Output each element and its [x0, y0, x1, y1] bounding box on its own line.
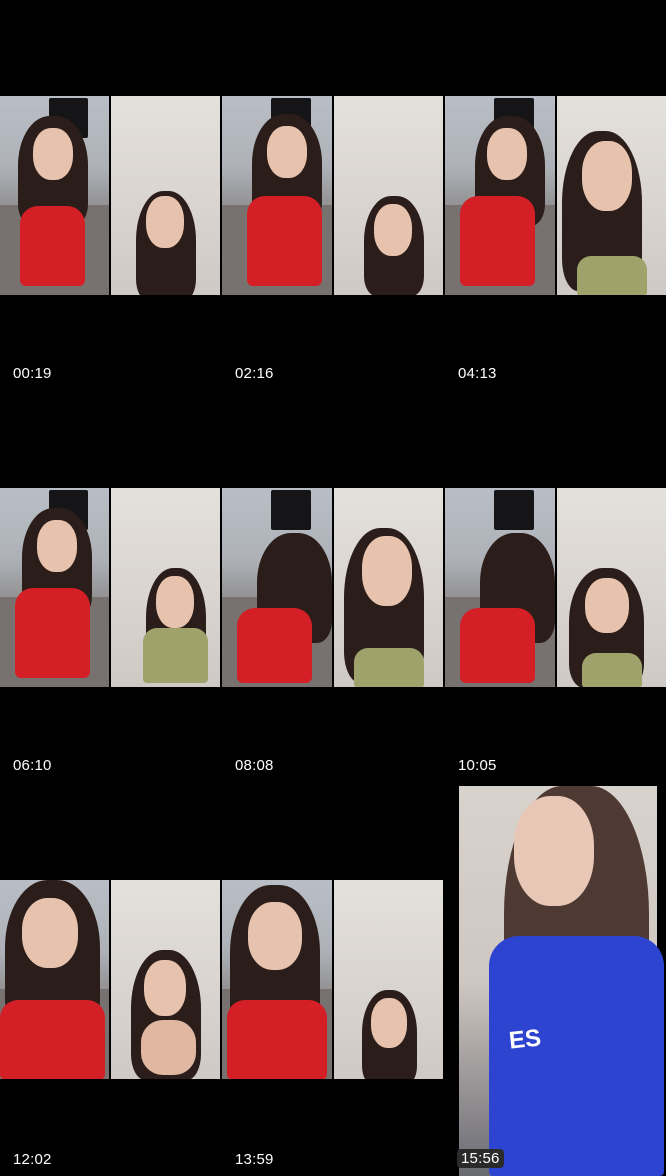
video-timestamp: 00:19	[13, 365, 52, 382]
split-screen-preview	[0, 488, 220, 687]
video-thumbnail-1[interactable]: 00:19	[0, 0, 220, 390]
tv	[271, 490, 311, 530]
split-screen-preview	[0, 880, 220, 1079]
video-thumbnail-9-selected[interactable]: ES 15:56	[445, 784, 666, 1176]
video-timestamp: 04:13	[458, 365, 497, 382]
left-pane	[0, 880, 109, 1079]
video-thumbnail-3[interactable]: 04:13	[445, 0, 666, 390]
split-screen-preview	[0, 96, 220, 295]
video-thumbnail-7[interactable]: 12:02	[0, 784, 220, 1176]
tv	[494, 490, 534, 530]
full-frame-preview: ES	[459, 786, 664, 1176]
split-screen-preview	[222, 880, 443, 1079]
left-pane	[0, 96, 109, 295]
video-timestamp: 08:08	[235, 757, 274, 774]
right-pane	[111, 96, 220, 295]
left-pane	[222, 96, 332, 295]
right-pane	[333, 96, 443, 295]
left-pane	[445, 488, 555, 687]
right-pane	[556, 488, 666, 687]
video-timestamp: 02:16	[235, 365, 274, 382]
video-thumbnail-grid: 00:19 02:16 04:13 06:10 08:08 10:05 12:0…	[0, 0, 666, 1176]
video-thumbnail-8[interactable]: 13:59	[222, 784, 443, 1176]
split-screen-preview	[445, 96, 666, 295]
right-pane	[333, 488, 443, 687]
right-pane	[111, 488, 220, 687]
video-thumbnail-5[interactable]: 08:08	[222, 392, 443, 782]
left-pane	[222, 488, 332, 687]
video-timestamp: 06:10	[13, 757, 52, 774]
right-pane	[556, 96, 666, 295]
video-thumbnail-6[interactable]: 10:05	[445, 392, 666, 782]
video-thumbnail-2[interactable]: 02:16	[222, 0, 443, 390]
shirt-text: ES	[507, 1024, 543, 1055]
split-screen-preview	[222, 488, 443, 687]
left-pane	[222, 880, 332, 1079]
video-thumbnail-4[interactable]: 06:10	[0, 392, 220, 782]
left-pane	[0, 488, 109, 687]
video-timestamp: 10:05	[458, 757, 497, 774]
blue-shirt: ES	[489, 936, 664, 1176]
split-screen-preview	[222, 96, 443, 295]
video-timestamp: 12:02	[13, 1151, 52, 1168]
right-pane	[333, 880, 443, 1079]
video-timestamp: 13:59	[235, 1151, 274, 1168]
split-screen-preview	[445, 488, 666, 687]
left-pane	[445, 96, 555, 295]
video-timestamp: 15:56	[457, 1149, 504, 1168]
right-pane	[111, 880, 220, 1079]
